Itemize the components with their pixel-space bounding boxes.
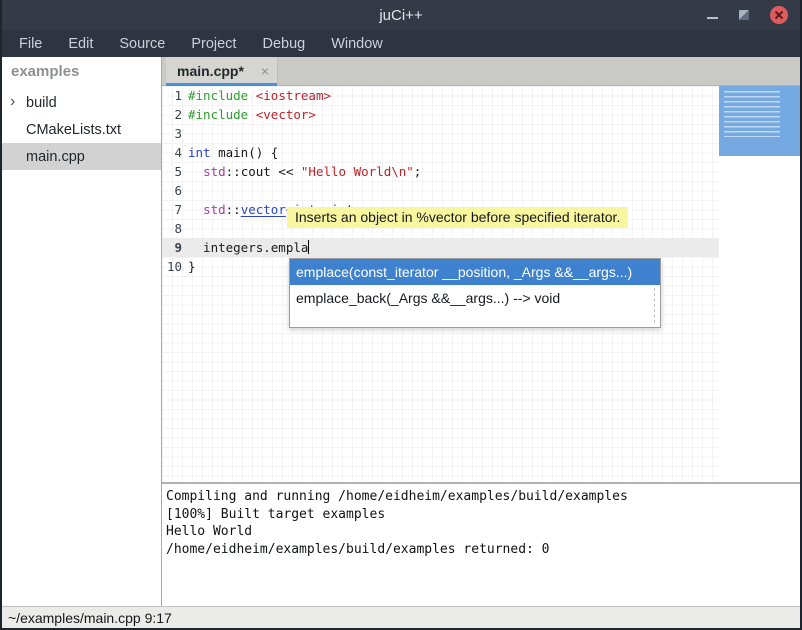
code-line-9[interactable]: 9 integers.empla	[162, 238, 719, 257]
file-tree: › build CMakeLists.txt main.cpp	[2, 89, 161, 170]
line-number: 8	[162, 219, 188, 238]
statusbar: ~/examples/main.cpp 9:17	[2, 606, 800, 628]
menu-item-file[interactable]: File	[6, 36, 55, 52]
code-line-4[interactable]: 4int main() {	[162, 143, 719, 162]
code-line-5[interactable]: 5 std::cout << "Hello World\n";	[162, 162, 719, 181]
file-tree-sidebar: examples › build CMakeLists.txt main.cpp	[2, 57, 162, 606]
close-icon[interactable]	[770, 6, 788, 24]
tab-main-cpp[interactable]: main.cpp* ×	[166, 57, 278, 85]
output-line: [100%] Built target examples	[166, 506, 800, 524]
file-label: main.cpp	[26, 149, 85, 165]
build-output-pane[interactable]: Compiling and running /home/eidheim/exam…	[162, 484, 800, 606]
code-line-1[interactable]: 1#include <iostream>	[162, 86, 719, 105]
code-text: int main() {	[188, 143, 278, 162]
menu-item-debug[interactable]: Debug	[249, 36, 318, 52]
tabbar: main.cpp* ×	[162, 57, 800, 86]
code-text: #include <iostream>	[188, 86, 331, 105]
completion-item[interactable]: emplace(const_iterator __position, _Args…	[290, 259, 660, 285]
line-number: 6	[162, 181, 188, 200]
line-number: 3	[162, 124, 188, 143]
code-line-6[interactable]: 6	[162, 181, 719, 200]
code-line-2[interactable]: 2#include <vector>	[162, 105, 719, 124]
line-number: 5	[162, 162, 188, 181]
expander-chevron-icon[interactable]: ›	[10, 92, 15, 110]
code-line-3[interactable]: 3	[162, 124, 719, 143]
code-text: }	[188, 257, 196, 276]
menubar: FileEditSourceProjectDebugWindow	[2, 30, 800, 57]
sidebar-item-build[interactable]: › build	[2, 89, 161, 116]
editor-column: main.cpp* × 1#include <iostream>2#includ…	[162, 57, 800, 606]
line-number: 1	[162, 86, 188, 105]
popup-scrollbar[interactable]	[654, 288, 655, 323]
tab-close-icon[interactable]: ×	[261, 63, 269, 79]
app-window: juCi++ FileEditSourceProjectDebugWindow …	[0, 0, 802, 630]
minimap[interactable]	[719, 86, 800, 482]
line-number: 10	[162, 257, 188, 276]
output-line: Hello World	[166, 523, 800, 541]
editor: 1#include <iostream>2#include <vector>34…	[162, 86, 800, 482]
titlebar: juCi++	[2, 0, 800, 30]
code-text: std::cout << "Hello World\n";	[188, 162, 421, 181]
line-number: 9	[162, 238, 188, 257]
line-number: 2	[162, 105, 188, 124]
minimap-code-preview	[724, 91, 780, 137]
doc-tooltip: Inserts an object in %vector before spec…	[287, 207, 628, 228]
line-number: 7	[162, 200, 188, 219]
menu-item-edit[interactable]: Edit	[55, 36, 106, 52]
status-file-position: ~/examples/main.cpp 9:17	[8, 610, 172, 626]
window-title: juCi++	[2, 7, 800, 24]
menu-item-window[interactable]: Window	[318, 36, 396, 52]
tab-label: main.cpp*	[177, 63, 244, 79]
output-line: /home/eidheim/examples/build/examples re…	[166, 541, 800, 559]
text-caret	[308, 240, 309, 254]
autocomplete-popup: emplace(const_iterator __position, _Args…	[289, 258, 661, 328]
sidebar-item-main-cpp[interactable]: main.cpp	[2, 143, 161, 170]
completion-item[interactable]: emplace_back(_Args &&__args...) --> void	[290, 285, 660, 311]
main-area: examples › build CMakeLists.txt main.cpp ma…	[2, 57, 800, 606]
code-text: integers.empla	[188, 238, 309, 257]
file-label: build	[26, 95, 57, 111]
file-label: CMakeLists.txt	[26, 122, 121, 138]
window-controls	[707, 0, 788, 30]
minimize-icon[interactable]	[707, 17, 718, 19]
menu-item-source[interactable]: Source	[106, 36, 178, 52]
minimap-viewport[interactable]	[719, 86, 800, 156]
sidebar-item-cmakelists-txt[interactable]: CMakeLists.txt	[2, 116, 161, 143]
maximize-icon[interactable]	[739, 10, 749, 20]
output-line: Compiling and running /home/eidheim/exam…	[166, 488, 800, 506]
line-number: 4	[162, 143, 188, 162]
code-text: #include <vector>	[188, 105, 316, 124]
project-name-label: examples	[2, 57, 161, 85]
menu-item-project[interactable]: Project	[178, 36, 249, 52]
